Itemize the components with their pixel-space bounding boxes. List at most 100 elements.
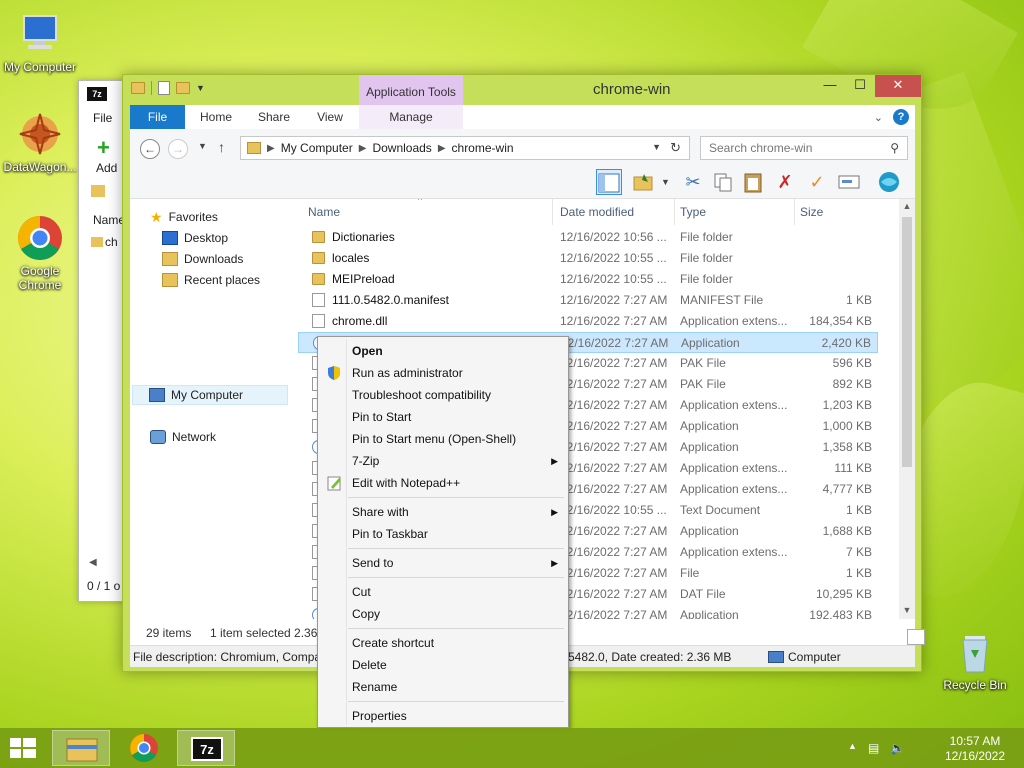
maximize-button[interactable]: ☐ — [845, 75, 875, 97]
table-row[interactable]: 111.0.5482.0.manifest 12/16/2022 7:27 AM M… — [298, 290, 878, 311]
col-name[interactable]: Name — [308, 205, 340, 219]
context-menu[interactable]: Open Run as administrator Troubleshoot com… — [317, 336, 569, 728]
show-hidden-icons-icon[interactable]: ▲ — [848, 741, 857, 751]
start-button[interactable] — [8, 736, 38, 760]
close-button[interactable]: ✕ — [875, 75, 921, 97]
col-type[interactable]: Type — [680, 205, 706, 219]
desktop-icon-recycle-bin[interactable]: Recycle Bin — [935, 628, 1015, 692]
breadcrumb-separator[interactable]: ▶ — [438, 143, 446, 154]
refresh-icon[interactable]: ↻ — [670, 140, 681, 156]
desktop-icon-datawagon[interactable]: DataWagon... — [0, 110, 80, 174]
sevenzip-col-name[interactable]: Name — [93, 213, 125, 227]
title-bar[interactable]: ▼ Application Tools chrome-win — ☐ ✕ — [123, 75, 921, 105]
preview-pane-icon[interactable] — [596, 169, 622, 195]
recent-locations-icon[interactable]: ▼ — [198, 141, 207, 151]
menu-item-send-to[interactable]: Send to ▶ — [318, 552, 568, 574]
chevron-down-icon[interactable]: ⌄ — [874, 111, 883, 124]
search-icon[interactable]: ⚲ — [890, 137, 899, 159]
new-folder-icon[interactable] — [176, 82, 190, 94]
menu-item-run-as-administrator[interactable]: Run as administrator — [318, 362, 568, 384]
col-date-modified[interactable]: Date modified — [560, 205, 634, 219]
breadcrumb-downloads[interactable]: Downloads — [372, 141, 431, 155]
address-bar[interactable]: ▶ My Computer ▶ Downloads ▶ chrome-win ▼… — [240, 136, 690, 160]
menu-item-pin-to-taskbar[interactable]: Pin to Taskbar — [318, 523, 568, 545]
menu-item-label: Run as administrator — [352, 366, 463, 380]
sevenzip-window[interactable]: 7z File + Add Name ch ◀ 0 / 1 o — [78, 80, 128, 602]
tab-manage[interactable]: Manage — [359, 105, 463, 129]
desktop-icon-chrome[interactable]: Google Chrome — [0, 214, 80, 292]
tab-home[interactable]: Home — [190, 105, 242, 129]
menu-item-pin-to-start-menu-open-shell[interactable]: Pin to Start menu (Open-Shell) — [318, 428, 568, 450]
file-date: 12/16/2022 7:27 AM — [560, 398, 668, 412]
open-shell-icon[interactable] — [876, 169, 902, 195]
nav-favorites[interactable]: ★ Favorites — [150, 207, 218, 227]
copy-icon[interactable] — [710, 169, 736, 195]
taskbar-chrome[interactable] — [115, 730, 173, 766]
help-icon[interactable]: ? — [893, 109, 909, 125]
sevenzip-scroll-left[interactable]: ◀ — [89, 557, 97, 568]
scroll-thumb[interactable] — [902, 217, 912, 467]
chevron-down-icon[interactable]: ▼ — [196, 83, 205, 93]
tab-share[interactable]: Share — [248, 105, 300, 129]
scroll-up-icon[interactable]: ▲ — [899, 201, 915, 211]
add-icon[interactable]: + — [97, 135, 110, 161]
properties-check-icon[interactable]: ✓ — [804, 169, 830, 195]
nav-downloads[interactable]: Downloads — [162, 249, 243, 269]
properties-icon[interactable] — [158, 81, 170, 95]
table-row[interactable]: locales 12/16/2022 10:55 ... File folder — [298, 248, 878, 269]
sevenzip-up-icon[interactable] — [91, 185, 105, 197]
address-dropdown-icon[interactable]: ▼ — [652, 142, 661, 152]
menu-item-create-shortcut[interactable]: Create shortcut — [318, 632, 568, 654]
delete-icon[interactable]: ✗ — [772, 169, 798, 195]
taskbar-file-explorer[interactable] — [52, 730, 110, 766]
menu-item-share-with[interactable]: Share with ▶ — [318, 501, 568, 523]
menu-item-7-zip[interactable]: 7-Zip ▶ — [318, 450, 568, 472]
network-tray-icon[interactable]: ▤ — [868, 741, 879, 755]
menu-item-copy[interactable]: Copy — [318, 603, 568, 625]
paste-icon[interactable] — [740, 169, 766, 195]
menu-item-troubleshoot-compatibility[interactable]: Troubleshoot compatibility — [318, 384, 568, 406]
nav-desktop[interactable]: Desktop — [162, 228, 228, 248]
tab-view[interactable]: View — [304, 105, 356, 129]
sevenzip-add-button[interactable]: Add — [96, 161, 117, 175]
tab-file[interactable]: File — [130, 105, 185, 129]
file-date: 12/16/2022 7:27 AM — [560, 314, 668, 328]
folder-options-icon[interactable] — [630, 169, 656, 195]
search-input[interactable]: Search chrome-win ⚲ — [700, 136, 908, 160]
menu-item-properties[interactable]: Properties — [318, 705, 568, 727]
breadcrumb-separator[interactable]: ▶ — [267, 143, 275, 154]
back-button[interactable]: ← — [140, 139, 160, 159]
desktop-icon-my-computer[interactable]: My Computer — [0, 10, 80, 74]
table-row[interactable]: Dictionaries 12/16/2022 10:56 ... File fol… — [298, 227, 878, 248]
cut-icon[interactable]: ✂ — [680, 169, 706, 195]
menu-item-pin-to-start[interactable]: Pin to Start — [318, 406, 568, 428]
menu-item-cut[interactable]: Cut — [318, 581, 568, 603]
nav-recent-places[interactable]: Recent places — [162, 270, 260, 290]
breadcrumb-chrome-win[interactable]: chrome-win — [452, 141, 514, 155]
folder-options-dropdown-icon[interactable]: ▼ — [661, 177, 670, 187]
navigation-pane[interactable]: ★ Favorites Desktop Downloads Recent pla… — [130, 199, 298, 619]
vertical-scrollbar[interactable]: ▲ ▼ — [899, 199, 915, 619]
sevenzip-menu-file[interactable]: File — [93, 111, 112, 125]
scroll-down-icon[interactable]: ▼ — [899, 605, 915, 615]
col-size[interactable]: Size — [800, 205, 823, 219]
sevenzip-list-item[interactable]: ch — [91, 235, 118, 249]
menu-item-open[interactable]: Open — [318, 340, 568, 362]
breadcrumb-separator[interactable]: ▶ — [359, 143, 367, 154]
clock[interactable]: 10:57 AM 12/16/2022 — [940, 734, 1010, 764]
up-button[interactable]: ↑ — [218, 139, 225, 155]
minimize-button[interactable]: — — [815, 75, 845, 97]
menu-item-delete[interactable]: Delete — [318, 654, 568, 676]
forward-button[interactable]: → — [168, 139, 188, 159]
table-row[interactable]: MEIPreload 12/16/2022 10:55 ... File folde… — [298, 269, 878, 290]
table-row[interactable]: chrome.dll 12/16/2022 7:27 AM Application … — [298, 311, 878, 332]
menu-item-rename[interactable]: Rename — [318, 676, 568, 698]
nav-my-computer[interactable]: My Computer — [132, 385, 288, 405]
menu-item-edit-with-notepad[interactable]: Edit with Notepad++ — [318, 472, 568, 494]
rename-icon[interactable] — [836, 169, 862, 195]
volume-icon[interactable]: 🔈 — [890, 741, 905, 755]
breadcrumb-my-computer[interactable]: My Computer — [281, 141, 353, 155]
large-icons-view-button[interactable] — [907, 629, 925, 645]
taskbar-7zip[interactable]: 7z — [177, 730, 235, 766]
nav-network[interactable]: Network — [150, 427, 216, 447]
